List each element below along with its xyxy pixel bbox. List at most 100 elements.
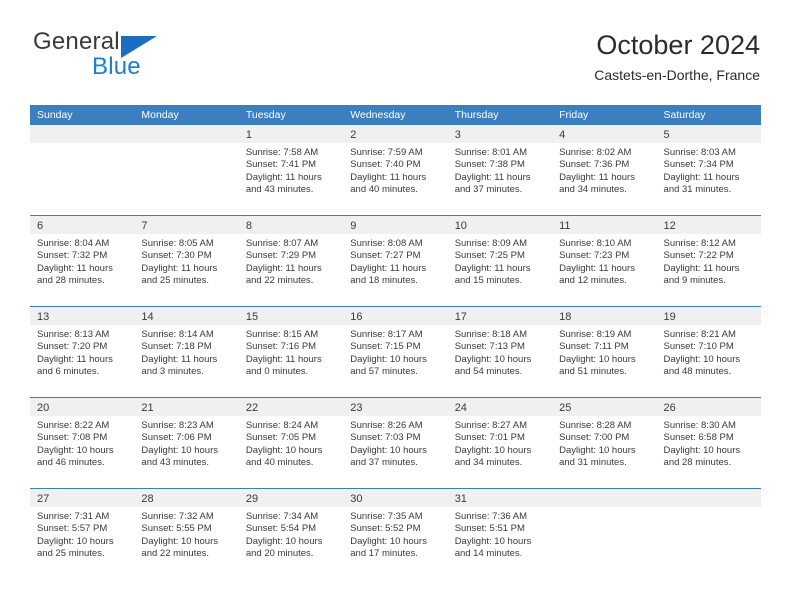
day-cell[interactable]: 18 Sunrise: 8:19 AM Sunset: 7:11 PM Dayligh…	[552, 307, 657, 397]
daylight-text-line1: Daylight: 10 hours	[663, 444, 741, 456]
day-cell[interactable]: 2 Sunrise: 7:59 AM Sunset: 7:40 PM Daylight…	[343, 125, 448, 215]
day-number: 2	[350, 129, 357, 141]
day-number-band: 18	[552, 307, 657, 325]
day-details: Sunrise: 8:18 AM Sunset: 7:13 PM Daylight:…	[448, 325, 552, 379]
brand-logo[interactable]: General Blue	[30, 28, 260, 86]
day-cell[interactable]: 1 Sunrise: 7:58 AM Sunset: 7:41 PM Daylight…	[238, 125, 344, 215]
day-number-band: 27	[30, 489, 135, 507]
day-cell[interactable]: 14 Sunrise: 8:14 AM Sunset: 7:18 PM Dayligh…	[134, 307, 239, 397]
day-cell[interactable]: 22 Sunrise: 8:24 AM Sunset: 7:05 PM Dayligh…	[238, 398, 344, 488]
day-cell[interactable]: 20 Sunrise: 8:22 AM Sunset: 7:08 PM Dayligh…	[30, 398, 135, 488]
daylight-text-line1: Daylight: 11 hours	[245, 353, 322, 365]
day-number: 3	[454, 129, 461, 141]
sunrise-text: Sunrise: 8:27 AM	[454, 420, 528, 431]
day-cell[interactable]: 25 Sunrise: 8:28 AM Sunset: 7:00 PM Dayligh…	[552, 398, 657, 488]
day-cell[interactable]: 12 Sunrise: 8:12 AM Sunset: 7:22 PM Dayligh…	[656, 216, 761, 306]
day-cell[interactable]: 13 Sunrise: 8:13 AM Sunset: 7:20 PM Dayligh…	[30, 307, 135, 397]
daylight-text-line1: Daylight: 11 hours	[141, 353, 218, 365]
page-header: General Blue October 2024 Castets-en-Dor…	[30, 28, 760, 90]
sunset-text: Sunset: 7:32 PM	[37, 250, 108, 262]
day-cell[interactable]: 3 Sunrise: 8:01 AM Sunset: 7:38 PM Daylight…	[447, 125, 553, 215]
sunset-text: Sunset: 7:22 PM	[663, 250, 734, 262]
sunrise-text: Sunrise: 8:30 AM	[663, 420, 736, 431]
day-number: 11	[559, 220, 571, 232]
day-cell[interactable]: 11 Sunrise: 8:10 AM Sunset: 7:23 PM Dayligh…	[552, 216, 657, 306]
sunrise-text: Sunrise: 8:22 AM	[37, 420, 110, 431]
day-cell[interactable]: 6 Sunrise: 8:04 AM Sunset: 7:32 PM Daylight…	[30, 216, 135, 306]
day-number: 25	[559, 402, 572, 414]
day-number-band: 20	[30, 398, 135, 416]
day-number-band: 29	[238, 489, 344, 507]
daylight-text-line1: Daylight: 10 hours	[454, 535, 532, 547]
day-cell[interactable]: 8 Sunrise: 8:07 AM Sunset: 7:29 PM Daylight…	[238, 216, 344, 306]
day-cell-empty	[134, 125, 239, 215]
daylight-text-line1: Daylight: 10 hours	[663, 353, 741, 365]
daylight-text-line2: and 20 minutes.	[245, 548, 314, 560]
day-number: 7	[141, 220, 148, 232]
day-number-band: 28	[134, 489, 239, 507]
day-details: Sunrise: 8:26 AM Sunset: 7:03 PM Daylight:…	[343, 416, 447, 470]
day-cell[interactable]: 21 Sunrise: 8:23 AM Sunset: 7:06 PM Dayligh…	[134, 398, 239, 488]
day-details: Sunrise: 8:04 AM Sunset: 7:32 PM Daylight:…	[30, 234, 134, 288]
sunset-text: Sunset: 7:08 PM	[37, 432, 108, 444]
day-cell[interactable]: 15 Sunrise: 8:15 AM Sunset: 7:16 PM Dayligh…	[238, 307, 344, 397]
day-cell[interactable]: 28 Sunrise: 7:32 AM Sunset: 5:55 PM Dayligh…	[134, 489, 239, 579]
day-number: 24	[454, 402, 467, 414]
day-cell[interactable]: 16 Sunrise: 8:17 AM Sunset: 7:15 PM Dayligh…	[343, 307, 448, 397]
day-number-band: 10	[447, 216, 553, 234]
sunrise-text: Sunrise: 8:28 AM	[559, 420, 632, 431]
day-cell[interactable]: 10 Sunrise: 8:09 AM Sunset: 7:25 PM Dayligh…	[447, 216, 553, 306]
daylight-text-line1: Daylight: 11 hours	[454, 262, 531, 274]
daylight-text-line1: Daylight: 11 hours	[559, 262, 635, 274]
daylight-text-line1: Daylight: 11 hours	[559, 171, 635, 183]
day-cell[interactable]: 17 Sunrise: 8:18 AM Sunset: 7:13 PM Dayligh…	[447, 307, 553, 397]
daylight-text-line1: Daylight: 11 hours	[245, 262, 322, 274]
daylight-text-line2: and 17 minutes.	[350, 548, 418, 560]
day-cell[interactable]: 30 Sunrise: 7:35 AM Sunset: 5:52 PM Dayligh…	[343, 489, 448, 579]
day-number: 13	[37, 311, 50, 323]
day-cell[interactable]: 7 Sunrise: 8:05 AM Sunset: 7:30 PM Daylight…	[134, 216, 239, 306]
day-number-band: 21	[134, 398, 239, 416]
day-number-band: 6	[30, 216, 135, 234]
day-cell[interactable]: 24 Sunrise: 8:27 AM Sunset: 7:01 PM Dayligh…	[447, 398, 553, 488]
day-cell[interactable]: 5 Sunrise: 8:03 AM Sunset: 7:34 PM Daylight…	[656, 125, 761, 215]
daylight-text-line2: and 46 minutes.	[37, 457, 105, 469]
weekday-header-monday: Monday	[141, 109, 179, 121]
day-number: 1	[245, 129, 252, 141]
weekday-header-wednesday: Wednesday	[350, 109, 406, 121]
day-cell[interactable]: 19 Sunrise: 8:21 AM Sunset: 7:10 PM Dayligh…	[656, 307, 761, 397]
sunset-text: Sunset: 7:25 PM	[454, 250, 525, 262]
day-number-band: 3	[447, 125, 553, 143]
day-details: Sunrise: 8:23 AM Sunset: 7:06 PM Daylight:…	[134, 416, 238, 470]
day-details: Sunrise: 8:15 AM Sunset: 7:16 PM Daylight:…	[239, 325, 343, 379]
daylight-text-line2: and 3 minutes.	[141, 366, 204, 378]
day-details: Sunrise: 8:05 AM Sunset: 7:30 PM Daylight:…	[134, 234, 238, 288]
day-details: Sunrise: 8:12 AM Sunset: 7:22 PM Daylight:…	[657, 234, 761, 288]
daylight-text-line1: Daylight: 10 hours	[454, 353, 532, 365]
sunset-text: Sunset: 6:58 PM	[663, 432, 734, 444]
daylight-text-line2: and 40 minutes.	[245, 457, 314, 469]
daylight-text-line2: and 40 minutes.	[350, 184, 418, 196]
daylight-text-line1: Daylight: 10 hours	[37, 535, 114, 547]
day-details: Sunrise: 7:35 AM Sunset: 5:52 PM Daylight:…	[343, 507, 447, 561]
sunset-text: Sunset: 5:52 PM	[350, 523, 421, 535]
daylight-text-line1: Daylight: 11 hours	[663, 262, 740, 274]
day-details: Sunrise: 8:14 AM Sunset: 7:18 PM Daylight:…	[134, 325, 238, 379]
sunset-text: Sunset: 7:11 PM	[559, 341, 629, 353]
day-cell[interactable]: 23 Sunrise: 8:26 AM Sunset: 7:03 PM Dayligh…	[343, 398, 448, 488]
daylight-text-line2: and 31 minutes.	[663, 184, 732, 196]
sunrise-text: Sunrise: 8:02 AM	[559, 147, 632, 158]
day-cell[interactable]: 29 Sunrise: 7:34 AM Sunset: 5:54 PM Dayligh…	[238, 489, 344, 579]
daylight-text-line2: and 18 minutes.	[350, 275, 418, 287]
sunset-text: Sunset: 7:20 PM	[37, 341, 108, 353]
daylight-text-line2: and 34 minutes.	[559, 184, 627, 196]
sunset-text: Sunset: 7:05 PM	[245, 432, 317, 444]
day-details: Sunrise: 8:10 AM Sunset: 7:23 PM Daylight:…	[552, 234, 656, 288]
day-cell[interactable]: 26 Sunrise: 8:30 AM Sunset: 6:58 PM Dayligh…	[656, 398, 761, 488]
day-cell[interactable]: 31 Sunrise: 7:36 AM Sunset: 5:51 PM Dayligh…	[447, 489, 553, 579]
sunrise-text: Sunrise: 8:18 AM	[454, 329, 528, 340]
day-cell[interactable]: 4 Sunrise: 8:02 AM Sunset: 7:36 PM Daylight…	[552, 125, 657, 215]
day-cell[interactable]: 9 Sunrise: 8:08 AM Sunset: 7:27 PM Daylight…	[343, 216, 448, 306]
sunset-text: Sunset: 7:03 PM	[350, 432, 421, 444]
day-cell[interactable]: 27 Sunrise: 7:31 AM Sunset: 5:57 PM Dayligh…	[30, 489, 135, 579]
